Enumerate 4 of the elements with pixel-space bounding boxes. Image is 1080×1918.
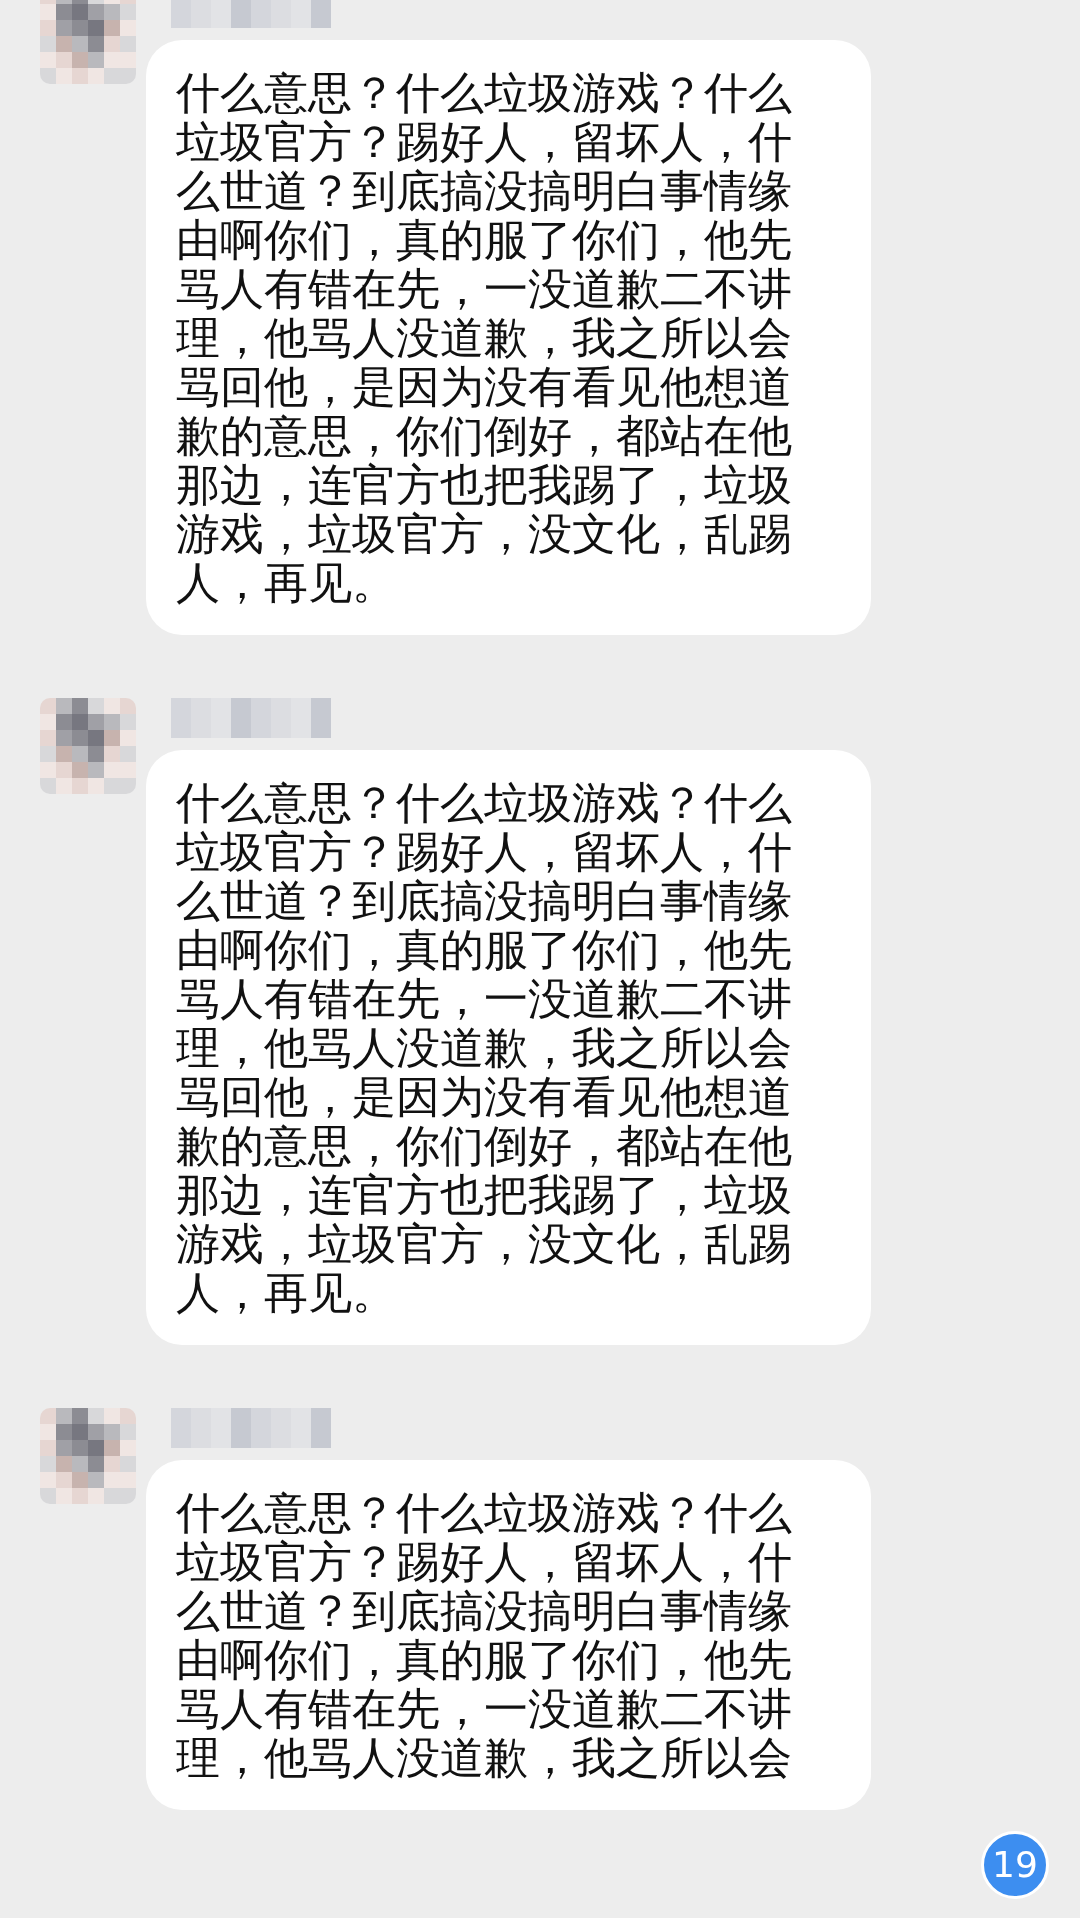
message-text: 什么意思？什么垃圾游戏？什么垃圾官方？踢好人，留坏人，什么世道？到底搞没搞明白事情缘由啊你们，真的服了你们，他先骂人有错在先，一没道歉二不讲理，他骂人没道歉，我之所以会骂回他，是因为没有看见他想道歉的意思，你们倒好，都站在他那边，连官方也把我踢了，垃圾游戏，垃圾官方，没文化，乱踢人，再见。	[176, 68, 792, 607]
message-text: 什么意思？什么垃圾游戏？什么垃圾官方？踢好人，留坏人，什么世道？到底搞没搞明白事情缘由啊你们，真的服了你们，他先骂人有错在先，一没道歉二不讲理，他骂人没道歉，我之所以会骂回他，是因为没有看见他想道歉的意思，你们倒好，都站在他那边，连官方也把我踢了，垃圾游戏，垃圾官方，没文化，乱踢人，再见。	[176, 778, 792, 1317]
message-text: 什么意思？什么垃圾游戏？什么垃圾官方？踢好人，留坏人，什么世道？到底搞没搞明白事情缘由啊你们，真的服了你们，他先骂人有错在先，一没道歉二不讲理，他骂人没道歉，我之所以会	[176, 1488, 792, 1782]
unread-count[interactable]: 19	[981, 1831, 1049, 1899]
